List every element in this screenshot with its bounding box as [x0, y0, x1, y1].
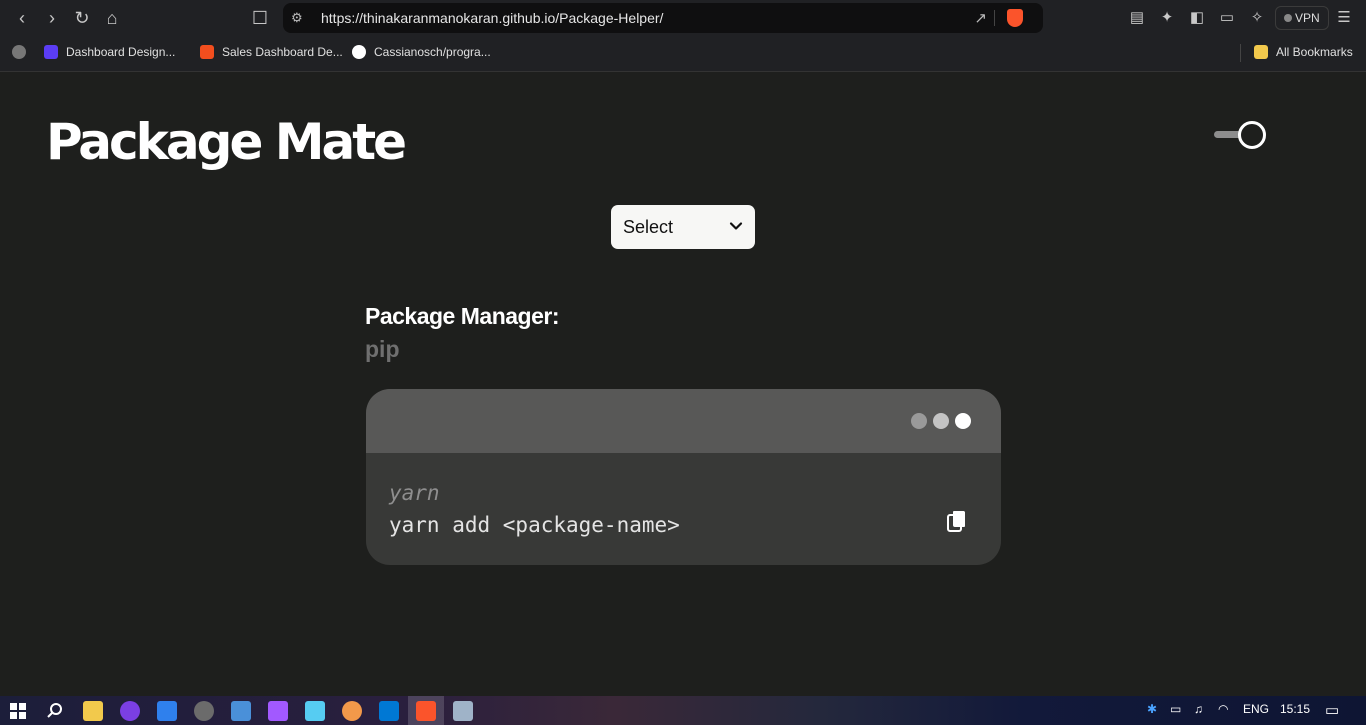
brave-shields-icon[interactable]	[1007, 9, 1023, 27]
site-settings-icon[interactable]: ⚙	[291, 10, 307, 26]
notepad-icon[interactable]	[453, 701, 473, 721]
package-manager-select[interactable]: Select	[611, 205, 755, 249]
home-icon[interactable]: ⌂	[100, 6, 124, 30]
vpn-status-icon	[1284, 14, 1292, 22]
bookmark-label: Dashboard Design...	[66, 45, 176, 59]
figma-icon	[200, 45, 214, 59]
windows-start-icon[interactable]	[10, 703, 26, 719]
battery-icon[interactable]: ▭	[1170, 702, 1181, 716]
vpn-label: VPN	[1295, 11, 1320, 25]
search-icon[interactable]	[46, 702, 64, 720]
brave-browser-icon[interactable]	[416, 701, 436, 721]
page-content: Package Mate Select Package Manager: pip…	[0, 73, 1366, 696]
forward-icon[interactable]: ›	[40, 6, 64, 30]
bookmark-dashboard-design[interactable]: Dashboard Design...	[44, 45, 175, 59]
package-manager-value: pip	[365, 336, 400, 362]
address-bar[interactable]: ⚙ https://thinakaranmanokaran.github.io/…	[283, 3, 1043, 33]
all-bookmarks-button[interactable]: All Bookmarks	[1254, 45, 1353, 59]
remote-desktop-icon[interactable]	[305, 701, 325, 721]
volume-icon[interactable]: ♫	[1194, 702, 1203, 716]
clock[interactable]: 15:15	[1280, 702, 1310, 716]
bookmarks-bar: Dashboard Design... Sales Dashboard De..…	[0, 36, 1366, 72]
language-indicator[interactable]: ENG	[1243, 702, 1269, 716]
bluetooth-icon[interactable]: ✱	[1147, 702, 1157, 716]
bookmark-favicon-icon	[44, 45, 58, 59]
bookmark-github[interactable]: Cassianosch/progra...	[352, 45, 491, 59]
file-explorer-icon[interactable]	[83, 701, 103, 721]
leo-ai-icon[interactable]: ✧	[1248, 9, 1266, 27]
app-icon[interactable]	[342, 701, 362, 721]
bookmark-label: Cassianosch/progra...	[374, 45, 491, 59]
toggle-knob	[1238, 121, 1266, 149]
window-dot-icon	[933, 413, 949, 429]
browser-toolbar: ‹ › ↻ ⌂ ☐ ⚙ https://thinakaranmanokaran.…	[0, 0, 1366, 36]
figma-icon[interactable]	[268, 701, 288, 721]
command-terminal: yarn yarn add <package-name>	[366, 389, 1001, 565]
taskbar: ✱ ▭ ♫ ◠ ENG 15:15 ▭	[0, 696, 1366, 725]
folder-icon	[1254, 45, 1268, 59]
divider	[1240, 44, 1241, 62]
vpn-button[interactable]: VPN	[1275, 6, 1329, 30]
vscode-icon[interactable]	[157, 701, 177, 721]
github-icon	[352, 45, 366, 59]
globe-icon[interactable]	[12, 45, 26, 59]
package-manager-label: Package Manager:	[365, 303, 559, 329]
notifications-icon[interactable]: ▭	[1325, 701, 1339, 719]
extensions-icon[interactable]: ✦	[1158, 9, 1176, 27]
window-dot-icon	[911, 413, 927, 429]
all-bookmarks-label: All Bookmarks	[1276, 45, 1353, 59]
terminal-command: yarn add <package-name>	[389, 513, 680, 537]
terminal-comment: yarn	[389, 481, 440, 505]
wifi-icon[interactable]: ◠	[1218, 702, 1228, 716]
chevron-down-icon	[729, 222, 743, 230]
outlook-icon[interactable]	[379, 701, 399, 721]
reload-icon[interactable]: ↻	[70, 6, 94, 30]
wallet-icon[interactable]: ▭	[1218, 9, 1236, 27]
reader-mode-icon[interactable]: ▤	[1128, 9, 1146, 27]
select-value: Select	[623, 217, 674, 237]
bookmark-sales-dashboard[interactable]: Sales Dashboard De...	[200, 45, 343, 59]
settings-icon[interactable]	[194, 701, 214, 721]
control-panel-icon[interactable]	[231, 701, 251, 721]
github-desktop-icon[interactable]	[120, 701, 140, 721]
share-icon[interactable]: ↗	[974, 9, 987, 27]
bookmark-icon[interactable]: ☐	[248, 6, 272, 30]
url-text[interactable]: https://thinakaranmanokaran.github.io/Pa…	[321, 10, 663, 26]
theme-toggle[interactable]	[1214, 121, 1266, 149]
divider	[994, 10, 995, 26]
page-title: Package Mate	[46, 113, 407, 171]
back-icon[interactable]: ‹	[10, 6, 34, 30]
bookmark-label: Sales Dashboard De...	[222, 45, 343, 59]
terminal-title-bar	[366, 389, 1001, 453]
sidebar-icon[interactable]: ◧	[1188, 9, 1206, 27]
menu-icon[interactable]: ☰	[1335, 9, 1353, 27]
copy-icon[interactable]	[945, 509, 969, 533]
window-dot-icon	[955, 413, 971, 429]
